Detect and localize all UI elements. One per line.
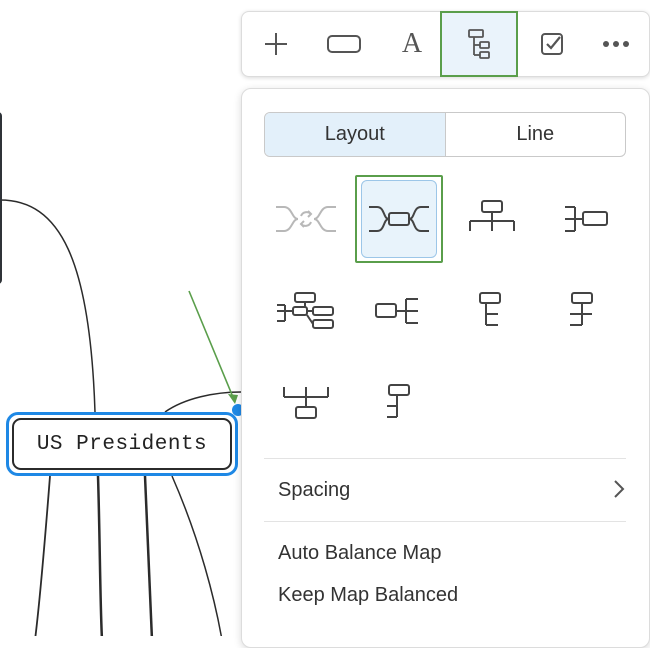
chevron-right-icon[interactable] [613, 479, 625, 499]
connector-line [34, 475, 51, 636]
panel-divider [264, 521, 626, 522]
text-format-button[interactable]: A [378, 12, 446, 76]
layout-option-org-chart-down[interactable] [448, 175, 536, 263]
connector-line [143, 475, 154, 636]
shape-button[interactable] [310, 12, 378, 76]
plus-icon [265, 33, 287, 55]
panel-divider [264, 458, 626, 459]
more-horizontal-icon [603, 41, 629, 47]
layout-button[interactable] [440, 11, 518, 77]
central-topic-frame: US Presidents [12, 418, 232, 470]
org-chart-down-layout-icon [469, 200, 515, 231]
rounded-rectangle-icon [327, 35, 361, 53]
task-button[interactable] [518, 12, 586, 76]
spacing-menu-item[interactable]: Spacing [278, 479, 350, 502]
tab-layout[interactable]: Layout [265, 113, 446, 156]
layout-panel: Layout Line Spacing Auto Balance Map Kee… [241, 88, 650, 648]
layout-option-balanced[interactable] [355, 175, 443, 263]
tree-right-layout-icon [479, 292, 501, 326]
tree-layout-icon [468, 29, 490, 59]
checkbox-icon [541, 33, 563, 55]
mixed-org-chart-layout-icon [277, 292, 334, 329]
floating-toolbar: A [241, 11, 650, 77]
pointer-arrow-head [228, 394, 238, 404]
side-panel-handle[interactable] [0, 112, 2, 284]
layout-option-selected-frame [361, 180, 437, 258]
org-chart-up-layout-icon [283, 387, 329, 419]
layout-option-right-map[interactable] [540, 175, 628, 263]
central-topic-node[interactable]: US Presidents [6, 412, 238, 476]
layout-option-tree-list[interactable] [355, 359, 443, 447]
keep-map-balanced-item[interactable]: Keep Map Balanced [278, 584, 458, 607]
layout-option-tree-left[interactable] [540, 267, 628, 355]
auto-balance-map-item[interactable]: Auto Balance Map [278, 542, 441, 565]
tree-left-layout-icon [570, 292, 593, 326]
more-button[interactable] [582, 12, 650, 76]
connector-line [96, 475, 104, 636]
layout-option-left-map[interactable] [355, 267, 443, 355]
central-topic-label: US Presidents [36, 432, 208, 456]
right-map-layout-icon [565, 206, 608, 232]
pointer-arrow [188, 290, 236, 403]
layout-option-mixed-org[interactable] [262, 267, 350, 355]
tab-line[interactable]: Line [446, 113, 626, 156]
layout-option-org-chart-up[interactable] [262, 359, 350, 447]
layout-option-tree-right[interactable] [448, 267, 536, 355]
mind-map-balanced-layout-icon [369, 206, 429, 232]
text-format-icon: A [401, 28, 423, 59]
connector-line [0, 199, 96, 413]
tree-list-layout-icon [387, 384, 410, 418]
add-topic-button[interactable] [242, 12, 310, 76]
panel-tab-switch: Layout Line [264, 112, 626, 157]
layout-option-circular [262, 175, 350, 263]
left-map-layout-icon [375, 298, 418, 324]
connector-line [171, 475, 223, 636]
mind-map-circular-layout-icon [276, 206, 336, 232]
